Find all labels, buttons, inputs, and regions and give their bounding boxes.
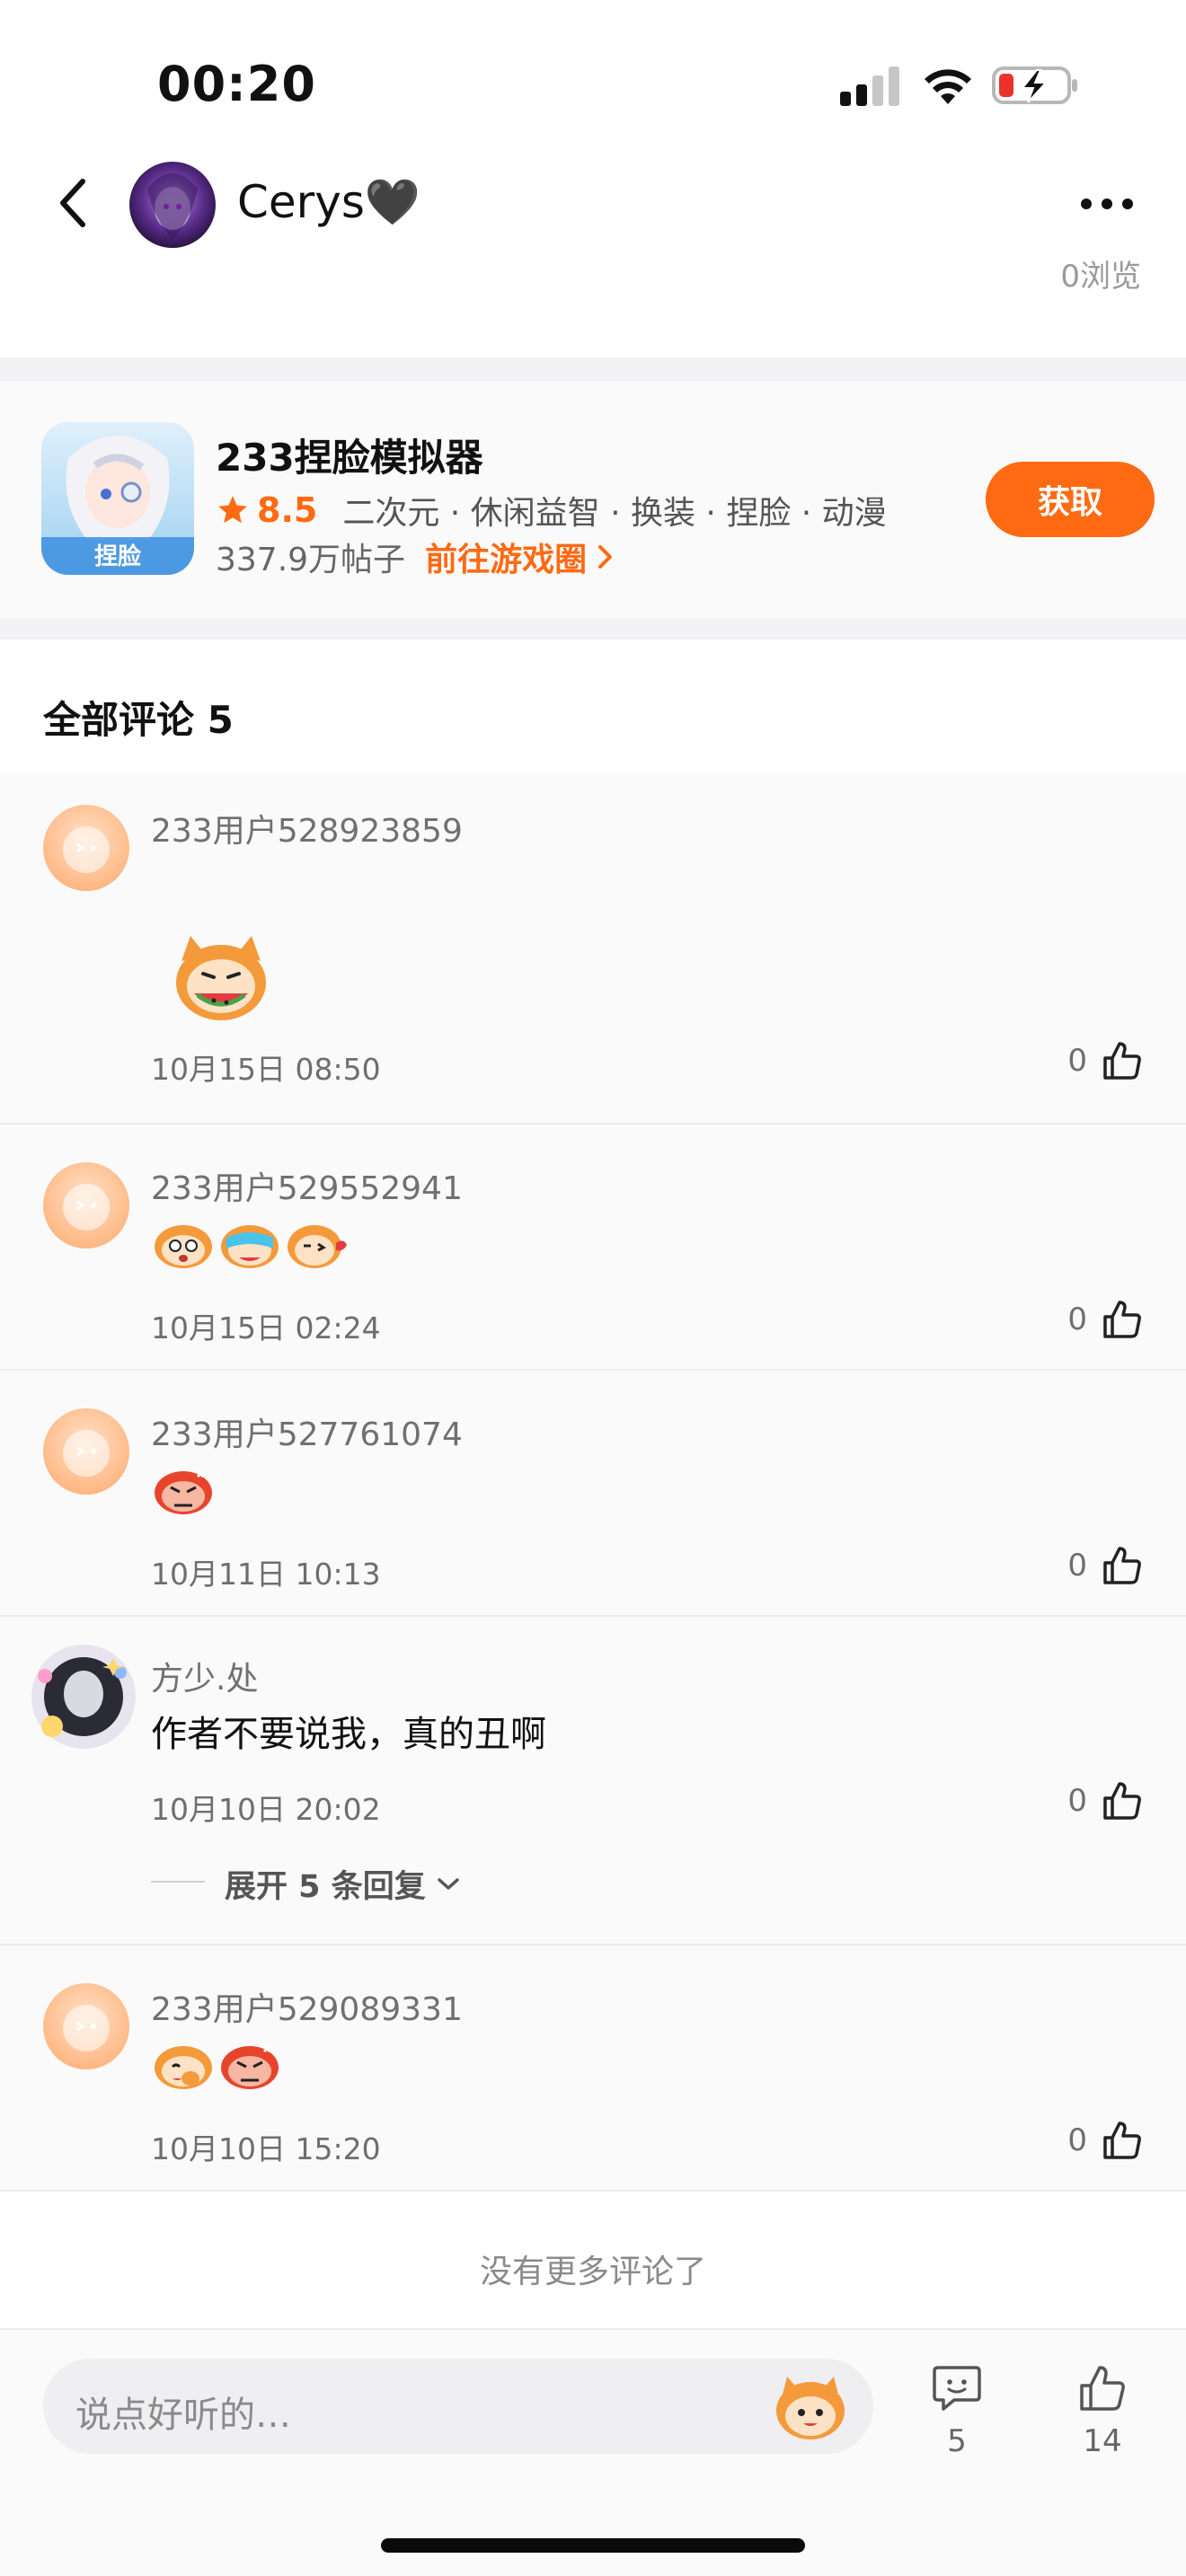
- game-sub: 337.9万帖子 前往游戏圈: [216, 534, 615, 580]
- author-name[interactable]: Cerys🖤: [237, 176, 420, 229]
- comment-emoji-row: [151, 1464, 217, 1516]
- chevron-right-icon: [598, 545, 613, 569]
- crying-mascot-icon: [221, 1225, 279, 1268]
- comment-time: 10月15日 08:50: [151, 1052, 381, 1087]
- thumbs-up-icon: [1103, 1301, 1141, 1338]
- game-card[interactable]: 捏脸 233捏脸模拟器 8.5 二次元 · 休闲益智 · 换装 · 捏脸 · 动…: [0, 381, 1186, 618]
- user-avatar-image: [31, 1645, 136, 1749]
- comment-input-placeholder: 说点好听的…: [75, 2395, 291, 2436]
- big-mascot-eating-icon: [176, 936, 266, 1020]
- comment-time: 10月10日 20:02: [151, 1792, 381, 1827]
- user-avatar[interactable]: [43, 1408, 129, 1495]
- default-avatar-icon: [43, 805, 129, 891]
- game-posts-count: 337.9万帖子: [216, 542, 406, 578]
- facepalm-mascot-icon: [155, 2046, 212, 2089]
- comment-username[interactable]: 233用户529552941: [151, 1162, 463, 1209]
- wifi-icon: [925, 69, 971, 104]
- thumbs-up-icon: [1103, 1547, 1141, 1584]
- comment-time: 10月15日 02:24: [151, 1310, 381, 1345]
- comment-like-button[interactable]: 0: [1067, 2118, 1145, 2163]
- back-arrow-icon[interactable]: [50, 174, 95, 232]
- game-tags: 二次元 · 休闲益智 · 换装 · 捏脸 · 动漫: [342, 495, 887, 532]
- default-avatar-icon: [43, 1983, 129, 2069]
- comments-count: 5: [947, 2423, 967, 2459]
- goto-game-circle-label: 前往游戏圈: [425, 542, 588, 578]
- comment-input[interactable]: 说点好听的…: [43, 2359, 873, 2454]
- comment-item[interactable]: 方少.处 作者不要说我，真的丑啊 10月10日 20:02 0 展开 5 条回复: [0, 1617, 1186, 1945]
- home-indicator[interactable]: [381, 2538, 805, 2553]
- comments-section-title: 全部评论 5: [43, 698, 234, 742]
- game-rating: 8.5: [257, 490, 318, 530]
- user-avatar[interactable]: [43, 1983, 129, 2069]
- expand-replies-label: 展开 5 条回复: [225, 1869, 426, 1905]
- comment-like-count: 0: [1067, 1783, 1087, 1819]
- comments-button[interactable]: 5: [916, 2362, 997, 2459]
- author-avatar[interactable]: [129, 162, 216, 248]
- user-avatar[interactable]: [27, 1640, 140, 1753]
- thumbs-up-icon: [1103, 1782, 1141, 1820]
- post-header: Cerys🖤: [0, 153, 1186, 259]
- author-avatar-image: [129, 162, 216, 248]
- comment-like-count: 0: [1067, 1548, 1087, 1584]
- comment-item[interactable]: 233用户527761074 10月11日 10:13 0: [0, 1371, 1186, 1617]
- thumbs-up-icon: [1103, 2122, 1141, 2159]
- chevron-down-icon: [437, 1877, 459, 1890]
- comment-username[interactable]: 233用户528923859: [151, 805, 463, 851]
- comment-username[interactable]: 方少.处: [151, 1653, 258, 1699]
- svg-text:捏脸: 捏脸: [94, 543, 142, 570]
- status-bar: 00:20: [0, 0, 1186, 153]
- thumbs-up-icon: [1080, 2366, 1125, 2411]
- comment-like-count: 0: [1067, 2122, 1087, 2158]
- comment-time: 10月10日 15:20: [151, 2131, 381, 2166]
- bottom-action-bar: 说点好听的… 5 14: [0, 2328, 1186, 2576]
- default-avatar-icon: [43, 1162, 129, 1248]
- post-like-count: 14: [1083, 2423, 1122, 2459]
- no-more-comments: 没有更多评论了: [479, 2254, 706, 2290]
- surprised-mascot-icon: [155, 1225, 212, 1268]
- section-divider: [0, 618, 1186, 640]
- game-title[interactable]: 233捏脸模拟器: [216, 428, 483, 482]
- angry-mascot-icon: [221, 2044, 279, 2089]
- user-avatar[interactable]: [43, 805, 129, 891]
- comment-emoji-row: [151, 2039, 284, 2091]
- goto-game-circle-link[interactable]: 前往游戏圈: [425, 534, 615, 580]
- mascot-sticker-icon[interactable]: [773, 2371, 848, 2441]
- comment-username[interactable]: 233用户527761074: [151, 1408, 463, 1455]
- game-meta: 8.5 二次元 · 休闲益智 · 换装 · 捏脸 · 动漫: [216, 487, 887, 534]
- comment-like-button[interactable]: 0: [1067, 1778, 1145, 1823]
- user-avatar[interactable]: [43, 1162, 129, 1248]
- status-time: 00:20: [157, 56, 316, 112]
- kiss-mascot-icon: [288, 1225, 347, 1268]
- default-avatar-icon: [43, 1408, 129, 1495]
- get-game-button[interactable]: 获取: [986, 462, 1155, 537]
- comment-item[interactable]: 233用户529089331 10月10日 15:20 0: [0, 1945, 1186, 2192]
- comment-like-count: 0: [1067, 1043, 1087, 1079]
- cellular-signal-icon: [840, 66, 899, 106]
- expand-replies-button[interactable]: 展开 5 条回复: [225, 1861, 460, 1907]
- star-icon: [218, 496, 247, 524]
- game-icon-image: 捏脸: [41, 422, 194, 575]
- comment-like-button[interactable]: 0: [1067, 1543, 1145, 1588]
- comment-like-button[interactable]: 0: [1067, 1297, 1145, 1342]
- comment-time: 10月11日 10:13: [151, 1557, 381, 1592]
- post-views: 0浏览: [1060, 259, 1141, 295]
- section-divider: [0, 357, 1186, 381]
- expand-divider: [151, 1881, 205, 1883]
- battery-charging-icon: [992, 66, 1077, 104]
- comment-item[interactable]: 233用户529552941 10月15日 02:24 0: [0, 1125, 1186, 1371]
- comment-bubble-icon: [933, 2366, 981, 2411]
- comment-emoji-row: [151, 1218, 350, 1270]
- comment-like-count: 0: [1067, 1301, 1087, 1337]
- comment-like-button[interactable]: 0: [1067, 1038, 1145, 1083]
- comment-username[interactable]: 233用户529089331: [151, 1983, 463, 2030]
- comment-text: 作者不要说我，真的丑啊: [151, 1714, 546, 1755]
- angry-mascot-icon: [155, 1469, 212, 1514]
- comment-item[interactable]: 233用户528923859 10月15日 08:50 0: [0, 772, 1186, 1125]
- game-icon[interactable]: 捏脸: [41, 422, 194, 575]
- more-options-icon[interactable]: [1078, 192, 1136, 216]
- post-like-button[interactable]: 14: [1062, 2362, 1143, 2459]
- thumbs-up-icon: [1103, 1042, 1141, 1080]
